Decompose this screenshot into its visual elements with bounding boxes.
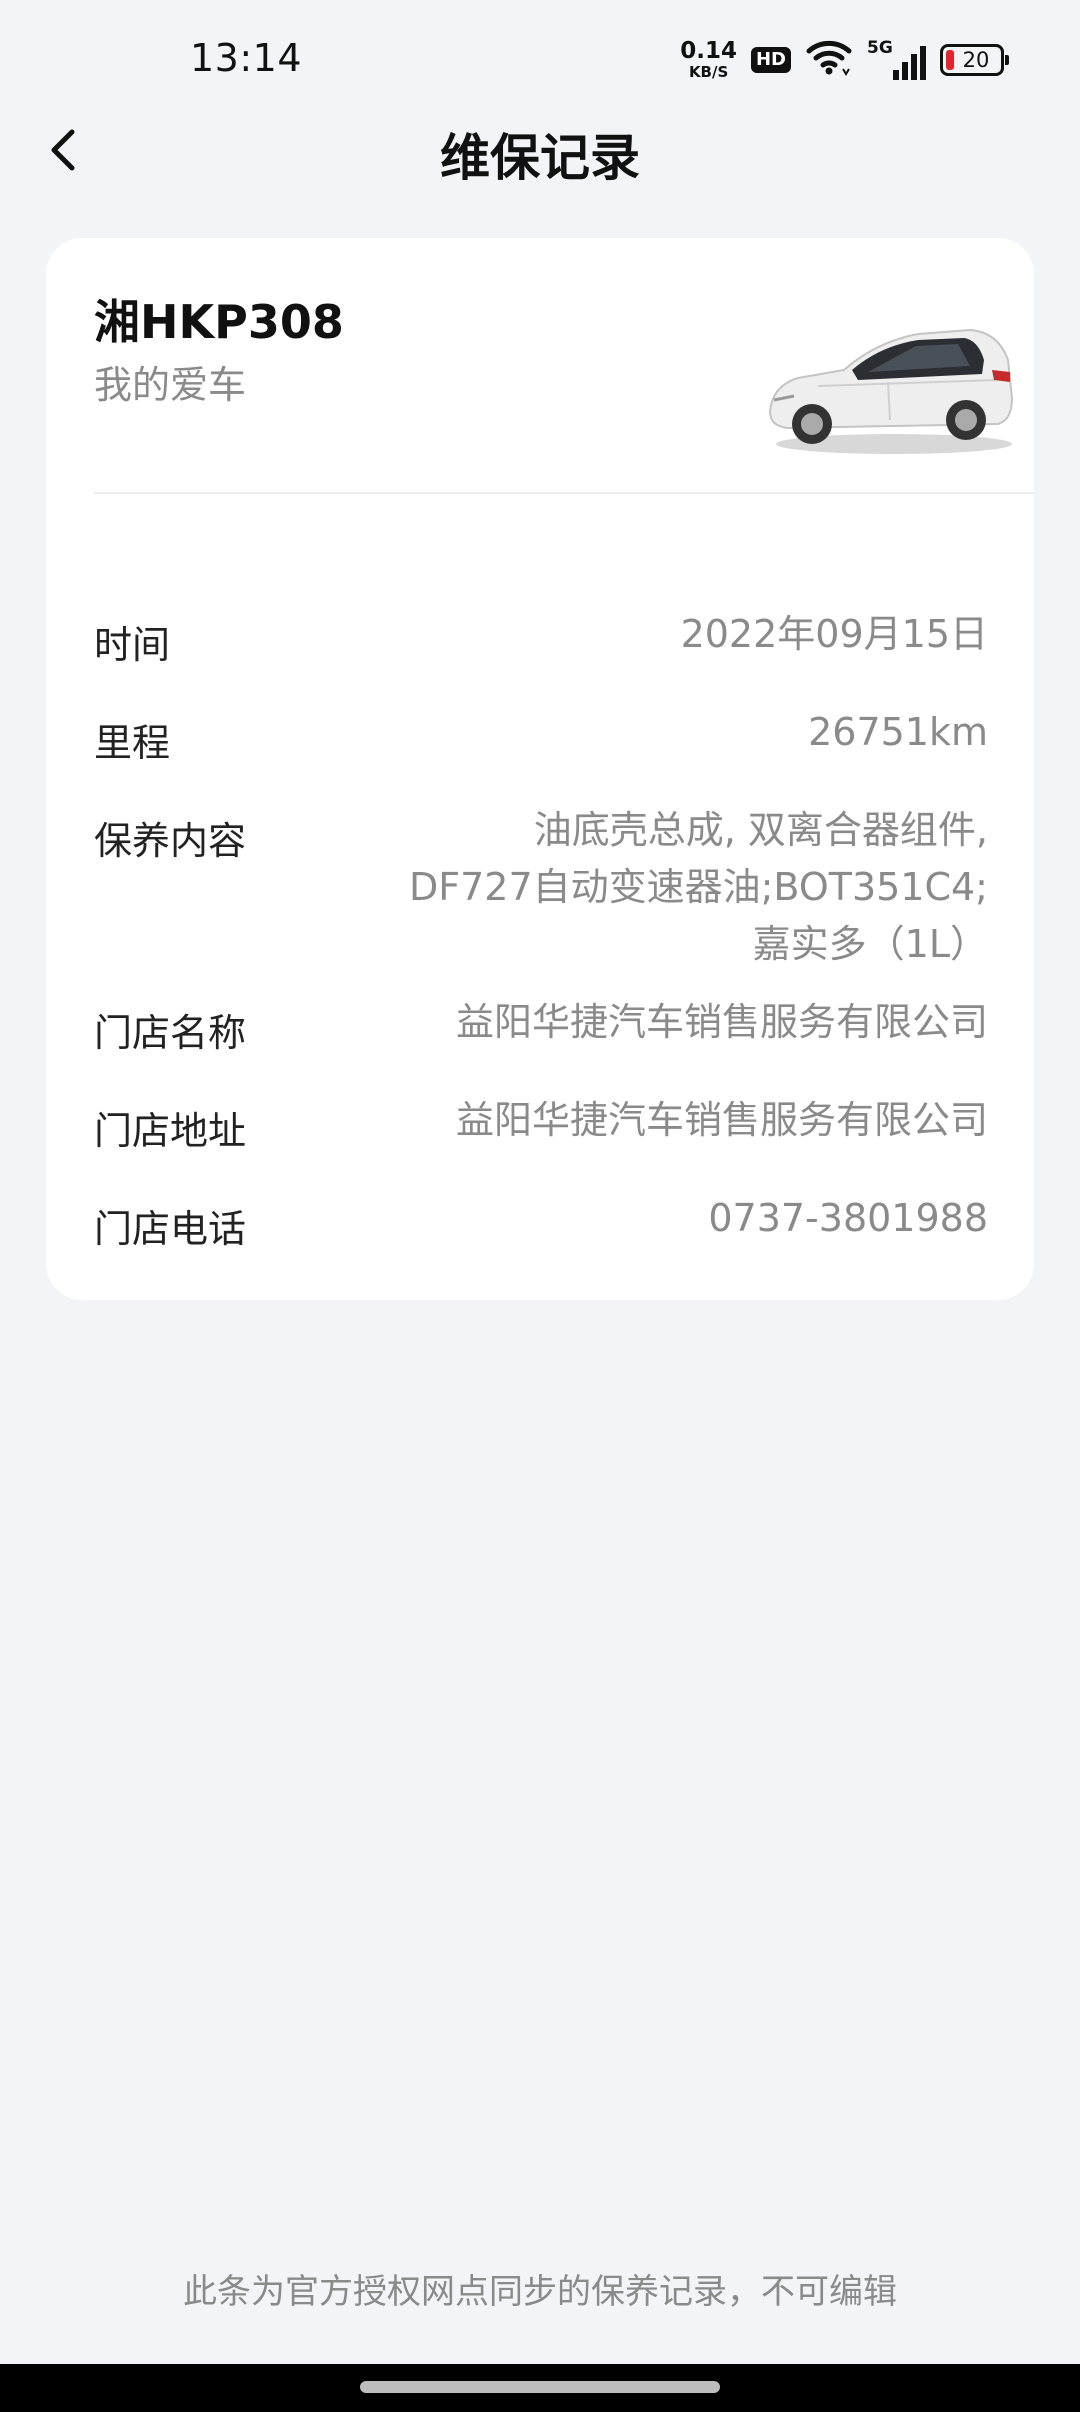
row-label: 门店电话 bbox=[94, 1207, 247, 1251]
row-value-line: DF727自动变速器油;BOT351C4; bbox=[408, 865, 988, 909]
network-speed: 0.14 KB/S bbox=[680, 40, 737, 80]
row-value: 油底壳总成, 双离合器组件, DF727自动变速器油;BOT351C4; 嘉实多… bbox=[408, 802, 988, 973]
hd-icon: HD bbox=[750, 47, 791, 73]
row-value: 26751km bbox=[808, 710, 988, 754]
row-label: 保养内容 bbox=[94, 819, 247, 863]
row-value: 益阳华捷汽车销售服务有限公司 bbox=[455, 1000, 988, 1044]
row-label: 门店名称 bbox=[94, 1011, 247, 1055]
network-speed-value: 0.14 bbox=[680, 38, 737, 64]
page-title: 维保记录 bbox=[440, 129, 640, 187]
record-row-store-address: 门店地址 益阳华捷汽车销售服务有限公司 bbox=[94, 1098, 988, 1155]
cellular-signal-icon: 5G bbox=[867, 38, 926, 80]
network-speed-unit: KB/S bbox=[688, 63, 729, 81]
row-value: 2022年09月15日 bbox=[680, 612, 988, 656]
row-label: 时间 bbox=[94, 623, 171, 667]
navigation-bar bbox=[0, 2364, 1080, 2412]
battery-icon: 20 bbox=[940, 44, 1009, 76]
network-type-label: 5G bbox=[867, 38, 893, 58]
car-image bbox=[758, 320, 1020, 460]
row-value-line: 油底壳总成, 双离合器组件, bbox=[533, 808, 988, 852]
row-value: 益阳华捷汽车销售服务有限公司 bbox=[455, 1098, 988, 1142]
license-plate: 湘HKP308 bbox=[94, 295, 344, 349]
footer-note: 此条为官方授权网点同步的保养记录，不可编辑 bbox=[183, 2272, 897, 2312]
row-label: 门店地址 bbox=[94, 1109, 247, 1153]
row-label: 里程 bbox=[94, 721, 171, 765]
record-row-maintenance-content: 保养内容 油底壳总成, 双离合器组件, DF727自动变速器油;BOT351C4… bbox=[94, 808, 988, 973]
status-bar: 13:14 0.14 KB/S HD 5G 20 bbox=[0, 0, 1080, 124]
battery-level: 20 bbox=[962, 48, 990, 72]
car-label: 我的爱车 bbox=[94, 363, 247, 407]
card-divider bbox=[94, 492, 1034, 494]
record-row-store-phone: 门店电话 0737-3801988 bbox=[94, 1196, 988, 1253]
status-icons: 0.14 KB/S HD 5G 20 bbox=[680, 36, 1009, 84]
app-header: 维保记录 bbox=[0, 110, 1080, 190]
maintenance-record-card: 湘HKP308 我的爱车 时间 2022年09月15日 里程 26751km 保… bbox=[46, 238, 1034, 1300]
record-row-mileage: 里程 26751km bbox=[94, 710, 988, 767]
status-time: 13:14 bbox=[190, 36, 303, 80]
row-value[interactable]: 0737-3801988 bbox=[708, 1190, 988, 1247]
home-indicator[interactable] bbox=[360, 2381, 720, 2393]
record-row-time: 时间 2022年09月15日 bbox=[94, 612, 988, 669]
row-value-line: 嘉实多（1L） bbox=[752, 922, 988, 966]
wifi-icon bbox=[805, 39, 853, 81]
record-row-store-name: 门店名称 益阳华捷汽车销售服务有限公司 bbox=[94, 1000, 988, 1057]
